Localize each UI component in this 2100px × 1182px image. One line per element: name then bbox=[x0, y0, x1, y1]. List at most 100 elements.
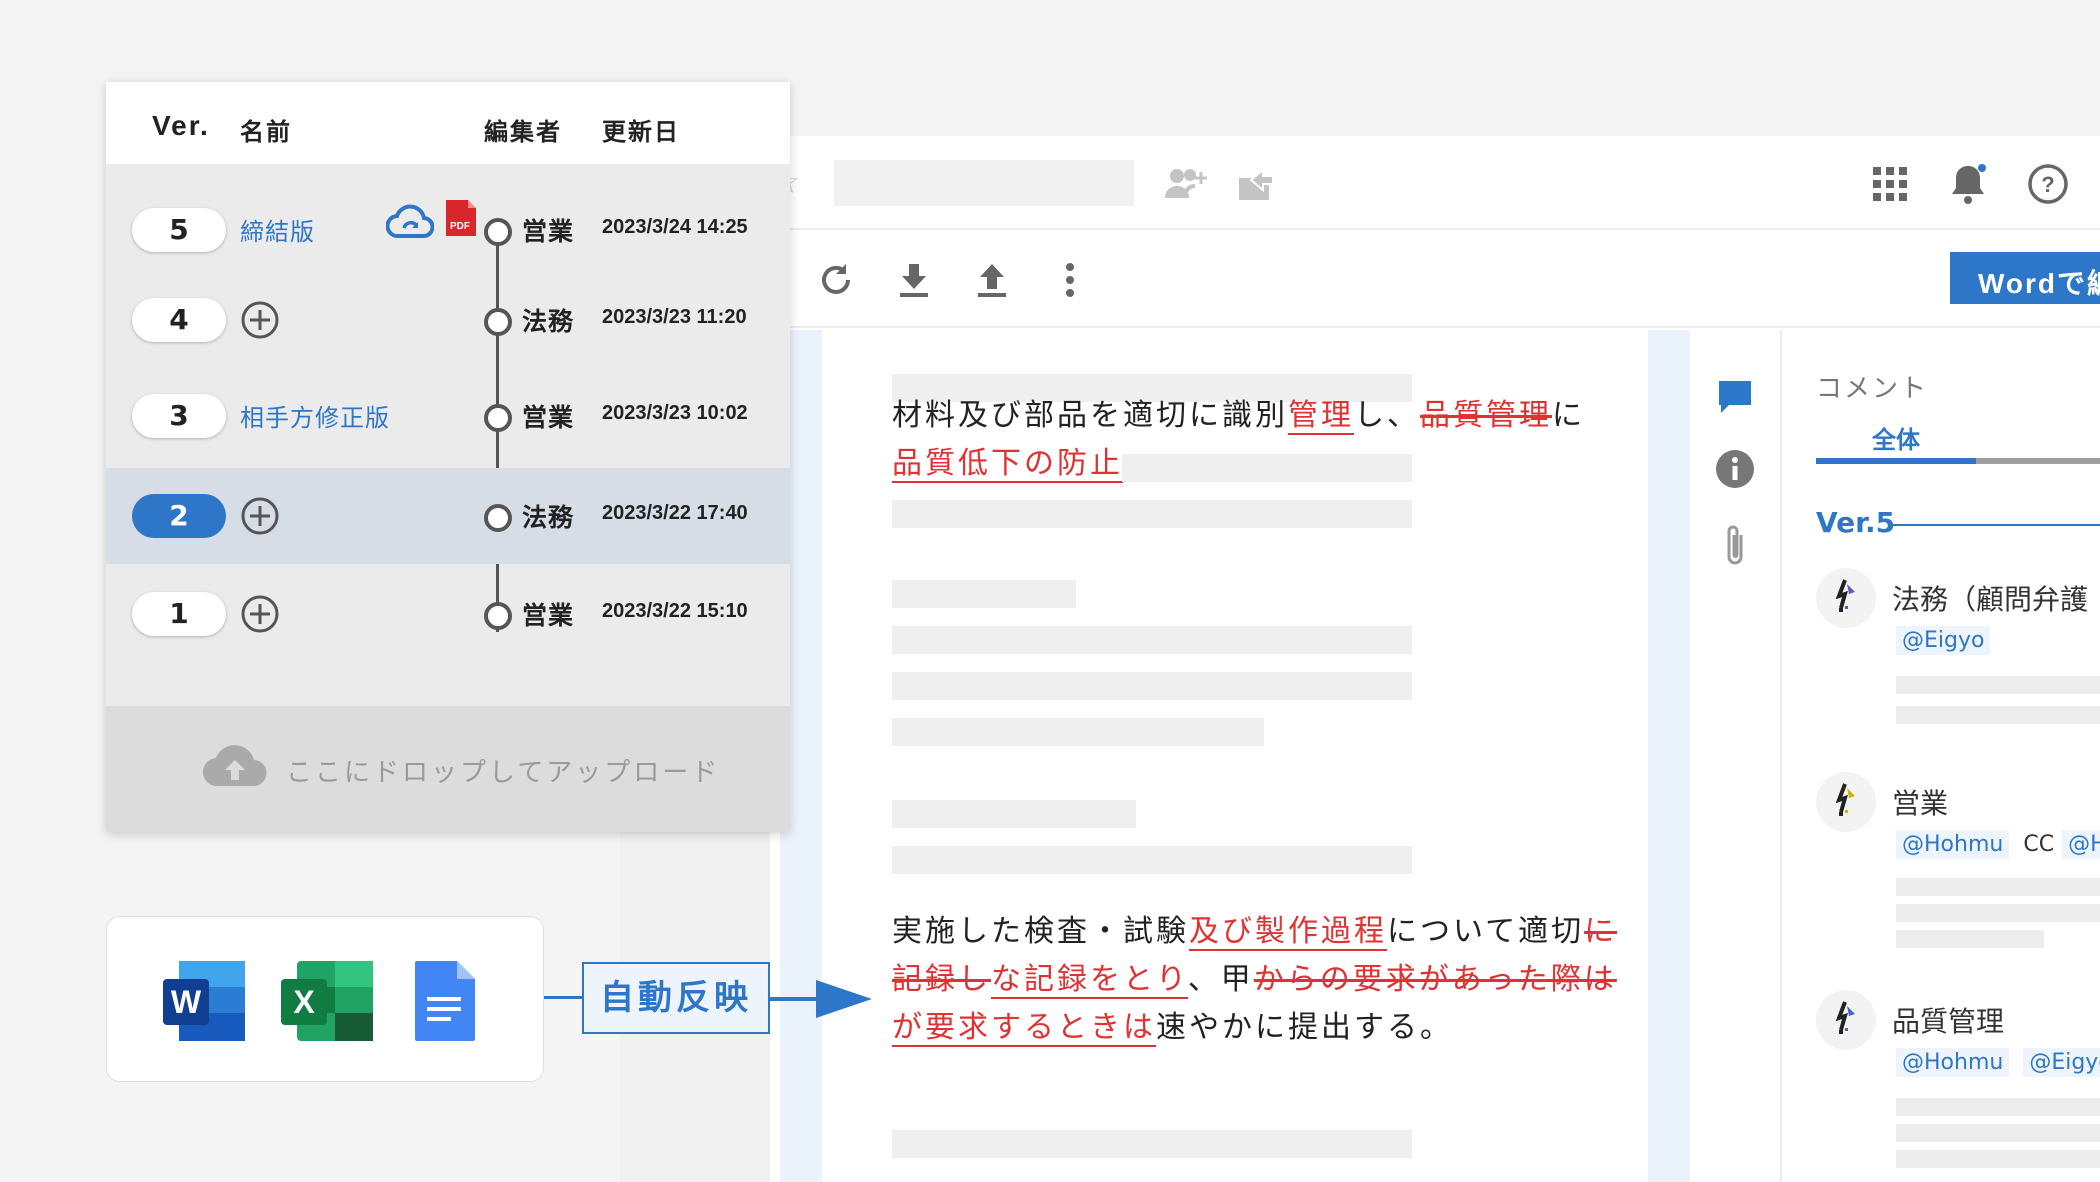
info-icon[interactable] bbox=[1712, 446, 1758, 492]
text-placeholder bbox=[1122, 454, 1412, 482]
avatar bbox=[1816, 568, 1876, 628]
cloud-sync-icon[interactable] bbox=[385, 202, 435, 246]
svg-text:PDF: PDF bbox=[450, 221, 470, 232]
inserted-text: な記録をとり bbox=[991, 962, 1188, 999]
upload-icon[interactable] bbox=[968, 256, 1016, 304]
top-bar: ☆ ? bbox=[770, 136, 2100, 230]
comment-text-placeholder bbox=[1896, 676, 2100, 694]
paragraph-2-line3: が要求するときは速やかに提出する。 bbox=[892, 1004, 1453, 1052]
text-span: 実施した検査・試験 bbox=[892, 914, 1189, 949]
arrow-right-icon bbox=[770, 976, 874, 1026]
tab-underline-active bbox=[1816, 458, 1976, 464]
col-name: 名前 bbox=[240, 118, 292, 146]
version-divider bbox=[1892, 524, 2100, 526]
mention-tag[interactable]: @Eigyo bbox=[1896, 626, 1991, 655]
svg-text:X: X bbox=[293, 984, 315, 1020]
mention-tag[interactable]: @Hohmu bbox=[1896, 1048, 2010, 1077]
timeline-node bbox=[484, 602, 512, 630]
move-folder-icon[interactable] bbox=[1232, 160, 1280, 208]
document-page: 材料及び部品を適切に識別管理し、品質管理に 品質低下の防止 実施した検査・試験及… bbox=[822, 330, 1648, 1182]
drop-zone-label: ここにドロップしてアップロード bbox=[286, 758, 721, 788]
share-user-icon[interactable] bbox=[1162, 160, 1210, 208]
version-name-link[interactable]: 相手方修正版 bbox=[240, 398, 390, 433]
apps-grid-icon[interactable] bbox=[1866, 160, 1914, 208]
version-row-4[interactable]: 4 法務 2023/3/23 11:20 bbox=[106, 272, 790, 368]
excel-icon: X bbox=[279, 959, 375, 1047]
version-row-3[interactable]: 3 相手方修正版 営業 2023/3/23 10:02 bbox=[106, 368, 790, 464]
text-placeholder bbox=[892, 846, 1412, 874]
google-docs-icon bbox=[413, 959, 477, 1047]
edit-in-word-button[interactable]: Wordで編 bbox=[1950, 252, 2100, 304]
version-row-2[interactable]: 2 法務 2023/3/22 17:40 bbox=[106, 468, 790, 564]
version-history-card: Ver. 名前 編集者 更新日 5 締結版 PDF 営業 2023/3/24 1… bbox=[106, 82, 790, 832]
comments-title: コメント bbox=[1816, 374, 1929, 404]
updated-date: 2023/3/22 15:10 bbox=[602, 600, 748, 622]
refresh-icon[interactable] bbox=[812, 256, 860, 304]
comment-icon[interactable] bbox=[1712, 374, 1758, 420]
document-toolbar bbox=[770, 232, 2100, 328]
comment-text-placeholder bbox=[1896, 1150, 2100, 1168]
connector-line bbox=[544, 996, 584, 999]
tab-all[interactable]: 全体 bbox=[1816, 420, 1976, 455]
editor-name: 法務 bbox=[522, 503, 575, 532]
version-name-link[interactable]: 締結版 bbox=[240, 212, 315, 247]
deleted-text: 記録し bbox=[892, 962, 991, 997]
updated-date: 2023/3/24 14:25 bbox=[602, 216, 748, 238]
attachment-icon[interactable] bbox=[1712, 522, 1758, 568]
col-date: 更新日 bbox=[602, 118, 680, 146]
editor-name: 法務 bbox=[522, 307, 575, 336]
download-icon[interactable] bbox=[890, 256, 938, 304]
help-icon[interactable]: ? bbox=[2024, 160, 2072, 208]
paragraph-1-line2: 品質低下の防止 bbox=[892, 440, 1123, 488]
svg-text:W: W bbox=[171, 984, 202, 1020]
editor-name: 営業 bbox=[522, 403, 575, 432]
col-ver: Ver. bbox=[152, 110, 210, 141]
comment-text-placeholder bbox=[1896, 706, 2100, 724]
deleted-text: からの要求があった際は bbox=[1253, 962, 1617, 997]
more-menu-icon[interactable] bbox=[1046, 256, 1094, 304]
deleted-text: に bbox=[1584, 914, 1618, 949]
version-row-1[interactable]: 1 営業 2023/3/22 15:10 bbox=[106, 566, 790, 662]
version-number: 5 bbox=[132, 208, 226, 252]
comment-text-placeholder bbox=[1896, 878, 2100, 896]
pdf-icon[interactable]: PDF bbox=[444, 198, 478, 242]
avatar bbox=[1816, 772, 1876, 832]
comment-text-placeholder bbox=[1896, 1098, 2100, 1116]
avatar bbox=[1816, 990, 1876, 1050]
inserted-text: 品質低下の防止 bbox=[892, 446, 1123, 483]
mention-tag[interactable]: @Hohmu bbox=[1896, 830, 2010, 859]
upload-drop-zone[interactable]: ここにドロップしてアップロード bbox=[106, 706, 790, 832]
side-icon-bar bbox=[1690, 330, 1782, 1182]
text-span: に bbox=[1552, 398, 1585, 433]
svg-text:?: ? bbox=[2041, 172, 2054, 197]
version-number: 2 bbox=[132, 494, 226, 538]
paragraph-2-line2: 記録しな記録をとり、甲からの要求があった際は bbox=[892, 956, 1617, 1004]
comment-author: 法務（顧問弁護 bbox=[1892, 583, 2089, 616]
document-editor-window: ☆ ? Wordで編 bbox=[770, 136, 2100, 1182]
editor-name: 営業 bbox=[522, 601, 575, 630]
comment-tags: @Hohmu @Eigyo bbox=[1896, 1048, 2100, 1077]
add-name-icon[interactable] bbox=[240, 594, 280, 634]
add-name-icon[interactable] bbox=[240, 300, 280, 340]
updated-date: 2023/3/23 10:02 bbox=[602, 402, 748, 424]
document-title-field[interactable] bbox=[834, 160, 1134, 206]
text-placeholder bbox=[892, 626, 1412, 654]
comment-author: 営業 bbox=[1892, 787, 1949, 820]
comments-panel: コメント 全体 Ver.5 法務（顧問弁護 @Eigyo 営業 @Hohmu CC… bbox=[1782, 330, 2100, 1182]
mention-tag[interactable]: @Hi bbox=[2062, 830, 2100, 859]
updated-date: 2023/3/23 11:20 bbox=[602, 306, 747, 328]
text-placeholder bbox=[892, 580, 1076, 608]
add-name-icon[interactable] bbox=[240, 496, 280, 536]
timeline-node bbox=[484, 218, 512, 246]
doc-right-rail bbox=[1648, 330, 1690, 1182]
comment-author: 品質管理 bbox=[1892, 1005, 2005, 1038]
mention-tag[interactable]: @Eigyo bbox=[2023, 1048, 2100, 1077]
text-placeholder bbox=[892, 718, 1264, 746]
version-row-5[interactable]: 5 締結版 PDF 営業 2023/3/24 14:25 bbox=[106, 182, 790, 278]
inserted-text: 及び製作過程 bbox=[1189, 914, 1387, 951]
text-placeholder bbox=[892, 800, 1136, 828]
office-apps-box: W X bbox=[106, 916, 544, 1082]
word-icon: W bbox=[161, 959, 247, 1047]
notification-bell-icon[interactable] bbox=[1944, 160, 1992, 208]
text-placeholder bbox=[892, 672, 1412, 700]
